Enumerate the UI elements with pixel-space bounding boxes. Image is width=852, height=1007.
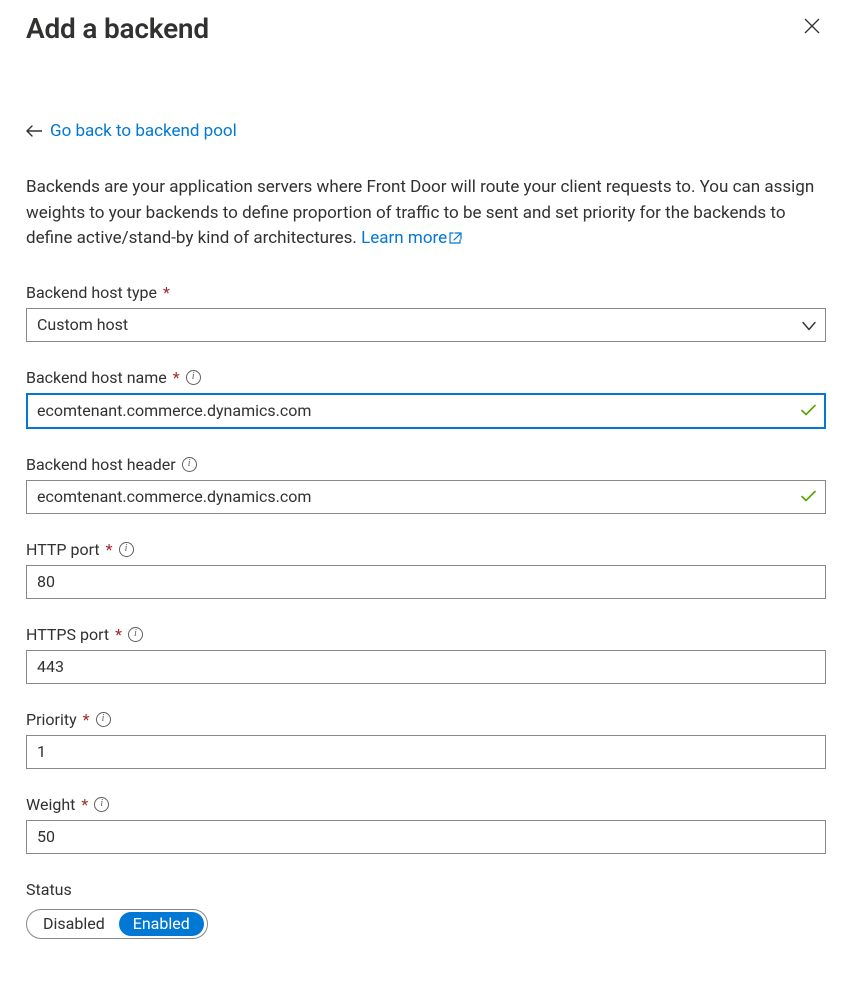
status-enabled-option[interactable]: Enabled — [119, 912, 204, 936]
back-link[interactable]: Go back to backend pool — [50, 121, 237, 141]
required-indicator: * — [81, 795, 88, 814]
priority-input[interactable] — [26, 735, 826, 769]
field-label: HTTP port — [26, 540, 100, 559]
input-wrap — [26, 820, 826, 854]
field-label-row: Status — [26, 880, 826, 899]
required-indicator: * — [173, 368, 180, 387]
field-label: Status — [26, 880, 72, 899]
add-backend-pane: Add a backend Go back to backend pool Ba… — [0, 0, 852, 1007]
back-link-row: Go back to backend pool — [26, 121, 826, 141]
weight-input[interactable] — [26, 820, 826, 854]
backend-host-header-input[interactable] — [26, 480, 826, 514]
select-wrap: Custom host — [26, 308, 826, 342]
input-wrap — [26, 565, 826, 599]
info-icon[interactable]: i — [186, 370, 201, 385]
required-indicator: * — [83, 710, 90, 729]
description-text: Backends are your application servers wh… — [26, 175, 826, 253]
field-priority: Priority * i — [26, 710, 826, 769]
field-label-row: Weight * i — [26, 795, 826, 814]
required-indicator: * — [106, 540, 113, 559]
learn-more-label: Learn more — [361, 228, 447, 248]
field-weight: Weight * i — [26, 795, 826, 854]
field-label: Backend host name — [26, 368, 167, 387]
field-label-row: Backend host header i — [26, 455, 826, 474]
required-indicator: * — [163, 283, 170, 302]
header-row: Add a backend — [26, 12, 826, 45]
field-label: Backend host type — [26, 283, 157, 302]
input-wrap — [26, 480, 826, 514]
field-backend-host-type: Backend host type * Custom host — [26, 283, 826, 342]
input-wrap — [26, 735, 826, 769]
backend-host-name-input[interactable] — [26, 393, 826, 429]
backend-host-type-select[interactable]: Custom host — [26, 308, 826, 342]
info-icon[interactable]: i — [128, 627, 143, 642]
external-link-icon — [449, 227, 462, 253]
field-backend-host-header: Backend host header i — [26, 455, 826, 514]
field-backend-host-name: Backend host name * i — [26, 368, 826, 429]
input-wrap — [26, 393, 826, 429]
status-disabled-option[interactable]: Disabled — [27, 910, 119, 938]
close-button[interactable] — [798, 12, 826, 40]
page-title: Add a backend — [26, 12, 209, 45]
field-label-row: Backend host type * — [26, 283, 826, 302]
field-https-port: HTTPS port * i — [26, 625, 826, 684]
status-toggle: Disabled Enabled — [26, 909, 208, 939]
learn-more-link[interactable]: Learn more — [361, 228, 462, 248]
required-indicator: * — [115, 625, 122, 644]
field-label-row: Backend host name * i — [26, 368, 826, 387]
info-icon[interactable]: i — [182, 457, 197, 472]
field-label: Weight — [26, 795, 75, 814]
back-arrow-icon — [26, 122, 42, 141]
field-label-row: HTTPS port * i — [26, 625, 826, 644]
info-icon[interactable]: i — [119, 542, 134, 557]
info-icon[interactable]: i — [94, 797, 109, 812]
field-label-row: Priority * i — [26, 710, 826, 729]
field-status: Status Disabled Enabled — [26, 880, 826, 939]
field-label-row: HTTP port * i — [26, 540, 826, 559]
http-port-input[interactable] — [26, 565, 826, 599]
info-icon[interactable]: i — [96, 712, 111, 727]
input-wrap — [26, 650, 826, 684]
field-label: HTTPS port — [26, 625, 109, 644]
https-port-input[interactable] — [26, 650, 826, 684]
field-label: Backend host header — [26, 455, 176, 474]
field-http-port: HTTP port * i — [26, 540, 826, 599]
field-label: Priority — [26, 710, 77, 729]
